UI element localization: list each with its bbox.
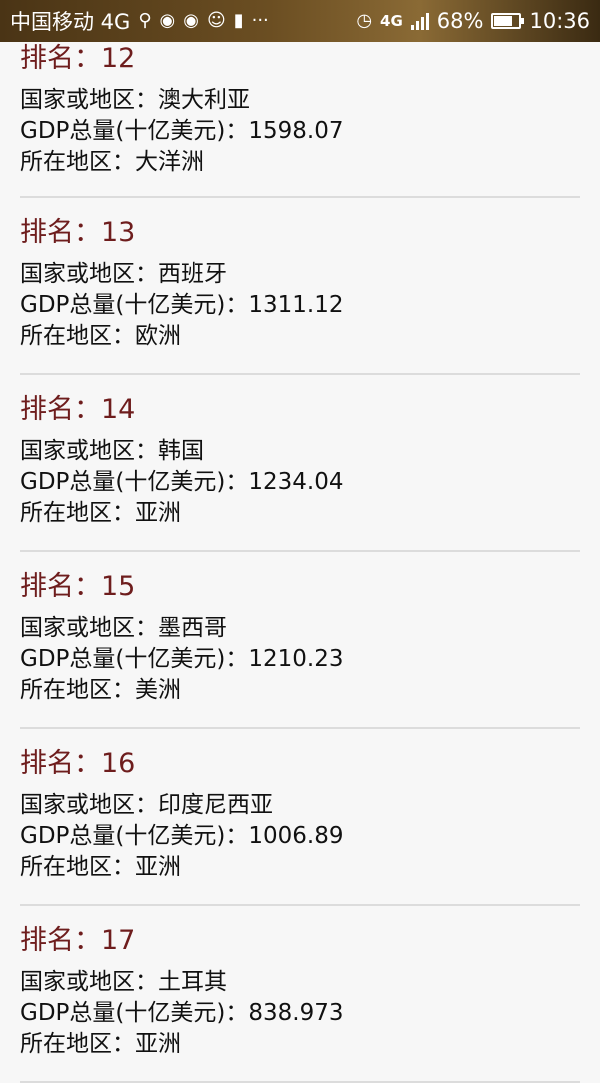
region-label: 所在地区： xyxy=(20,1031,135,1057)
gdp-line: GDP总量(十亿美元)：1006.89 xyxy=(20,821,580,852)
more-notifications-icon: ··· xyxy=(251,10,269,31)
country-value: 韩国 xyxy=(158,438,204,464)
list-item[interactable]: 排名： 17 国家或地区：土耳其 GDP总量(十亿美元)：838.973 所在地区… xyxy=(0,906,600,1083)
weibo-icon: ◉ xyxy=(159,10,176,31)
rank-label: 排名： xyxy=(20,925,101,956)
gdp-label: GDP总量(十亿美元)： xyxy=(20,823,249,849)
rank-label: 排名： xyxy=(20,571,101,602)
country-line: 国家或地区：土耳其 xyxy=(20,967,580,998)
gdp-line: GDP总量(十亿美元)：1598.07 xyxy=(20,116,580,147)
region-value: 亚洲 xyxy=(135,1031,181,1057)
country-line: 国家或地区：西班牙 xyxy=(20,259,580,290)
region-line: 所在地区：欧洲 xyxy=(20,321,580,352)
region-value: 美洲 xyxy=(135,677,181,703)
gdp-value: 1598.07 xyxy=(248,118,344,144)
gdp-line: GDP总量(十亿美元)：1234.04 xyxy=(20,467,580,498)
list-item[interactable]: 排名： 16 国家或地区：印度尼西亚 GDP总量(十亿美元)：1006.89 所在… xyxy=(0,729,600,906)
gdp-value: 838.973 xyxy=(248,1000,344,1026)
region-label: 所在地区： xyxy=(20,149,135,175)
gdp-line: GDP总量(十亿美元)：838.973 xyxy=(20,998,580,1029)
country-value: 墨西哥 xyxy=(158,615,227,641)
region-line: 所在地区：亚洲 xyxy=(20,498,580,529)
region-value: 亚洲 xyxy=(135,500,181,526)
rank-value: 14 xyxy=(101,394,136,425)
rank-line: 排名： 17 xyxy=(20,906,580,960)
country-value: 澳大利亚 xyxy=(158,87,250,113)
rank-line: 排名： 14 xyxy=(20,375,580,429)
weibo-icon-2: ◉ xyxy=(183,10,199,31)
region-label: 所在地区： xyxy=(20,323,135,349)
country-label: 国家或地区： xyxy=(20,438,158,464)
country-line: 国家或地区：韩国 xyxy=(20,436,580,467)
rank-value: 17 xyxy=(101,925,136,956)
battery-percent: 68% xyxy=(436,9,484,33)
gdp-label: GDP总量(十亿美元)： xyxy=(20,646,249,672)
region-label: 所在地区： xyxy=(20,500,135,526)
gdp-value: 1006.89 xyxy=(248,823,344,849)
region-label: 所在地区： xyxy=(20,854,135,880)
region-line: 所在地区：亚洲 xyxy=(20,852,580,883)
gdp-label: GDP总量(十亿美元)： xyxy=(20,292,249,318)
gdp-line: GDP总量(十亿美元)：1311.12 xyxy=(20,290,580,321)
rank-value: 15 xyxy=(101,571,136,602)
country-line: 国家或地区：印度尼西亚 xyxy=(20,790,580,821)
gdp-label: GDP总量(十亿美元)： xyxy=(20,118,249,144)
alarm-icon: ◷ xyxy=(356,10,373,31)
rank-label: 排名： xyxy=(20,748,101,779)
country-value: 土耳其 xyxy=(158,969,227,995)
country-label: 国家或地区： xyxy=(20,615,158,641)
signal-icon xyxy=(410,12,429,30)
list-item[interactable]: 排名： 15 国家或地区：墨西哥 GDP总量(十亿美元)：1210.23 所在地区… xyxy=(0,552,600,729)
message-icon: ⚲ xyxy=(138,10,152,31)
status-bar: 中国移动 4G ⚲ ◉ ◉ ☺ ▮ ··· ◷ 4G 68% 10:36 xyxy=(0,0,600,42)
rank-line: 排名： 13 xyxy=(20,198,580,252)
gdp-line: GDP总量(十亿美元)：1210.23 xyxy=(20,644,580,675)
region-value: 欧洲 xyxy=(135,323,181,349)
list-item[interactable]: 排名： 14 国家或地区：韩国 GDP总量(十亿美元)：1234.04 所在地区：… xyxy=(0,375,600,552)
network-type: 4G xyxy=(380,12,403,30)
region-line: 所在地区：大洋洲 xyxy=(20,147,580,178)
gdp-value: 1311.12 xyxy=(248,292,344,318)
region-line: 所在地区：亚洲 xyxy=(20,1029,580,1060)
gdp-value: 1234.04 xyxy=(248,469,344,495)
rank-label: 排名： xyxy=(20,43,101,74)
country-label: 国家或地区： xyxy=(20,261,158,287)
rank-line: 排名： 12 xyxy=(20,40,580,78)
gdp-value: 1210.23 xyxy=(248,646,344,672)
rank-label: 排名： xyxy=(20,217,101,248)
rank-line: 排名： 16 xyxy=(20,729,580,783)
gdp-ranking-list[interactable]: 排名： 12 国家或地区：澳大利亚 GDP总量(十亿美元)：1598.07 所在地… xyxy=(0,42,600,1083)
carrier-label: 中国移动 4G xyxy=(10,10,131,34)
battery-saver-icon: ▮ xyxy=(233,10,244,31)
region-value: 大洋洲 xyxy=(135,149,204,175)
gdp-label: GDP总量(十亿美元)： xyxy=(20,1000,249,1026)
rank-line: 排名： 15 xyxy=(20,552,580,606)
battery-fill xyxy=(494,16,513,26)
country-label: 国家或地区： xyxy=(20,969,158,995)
rank-label: 排名： xyxy=(20,394,101,425)
country-line: 国家或地区：墨西哥 xyxy=(20,613,580,644)
region-label: 所在地区： xyxy=(20,677,135,703)
clock: 10:36 xyxy=(529,9,590,33)
rank-value: 13 xyxy=(101,217,136,248)
wechat-icon: ☺ xyxy=(206,10,226,31)
battery-icon xyxy=(491,13,525,29)
list-item[interactable]: 排名： 12 国家或地区：澳大利亚 GDP总量(十亿美元)：1598.07 所在地… xyxy=(0,40,600,198)
country-label: 国家或地区： xyxy=(20,87,158,113)
country-value: 西班牙 xyxy=(158,261,227,287)
gdp-label: GDP总量(十亿美元)： xyxy=(20,469,249,495)
list-item[interactable]: 排名： 13 国家或地区：西班牙 GDP总量(十亿美元)：1311.12 所在地区… xyxy=(0,198,600,375)
region-value: 亚洲 xyxy=(135,854,181,880)
country-line: 国家或地区：澳大利亚 xyxy=(20,85,580,116)
rank-value: 16 xyxy=(101,748,136,779)
country-value: 印度尼西亚 xyxy=(158,792,273,818)
country-label: 国家或地区： xyxy=(20,792,158,818)
rank-value: 12 xyxy=(101,43,136,74)
region-line: 所在地区：美洲 xyxy=(20,675,580,706)
